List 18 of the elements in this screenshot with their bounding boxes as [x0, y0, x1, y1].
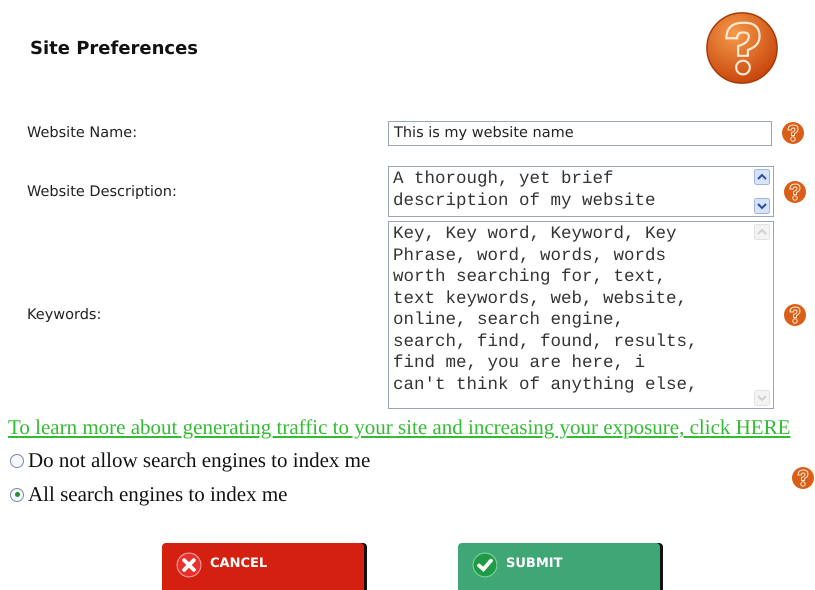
help-icon[interactable]: [703, 9, 781, 87]
field-label: Website Name:: [27, 125, 138, 141]
index-radio[interactable]: Do not allow search engines to index me: [10, 448, 782, 473]
page-title: Site Preferences: [30, 38, 198, 58]
text-field[interactable]: This is my website name: [388, 120, 772, 146]
text-area[interactable]: A thorough, yet brief description of my website: [388, 166, 774, 217]
help-icon[interactable]: [781, 121, 805, 145]
field-label: Website Description:: [27, 184, 178, 200]
scroll-up-icon[interactable]: [754, 169, 770, 185]
scroll-down-icon[interactable]: [754, 198, 770, 214]
help-icon[interactable]: [783, 303, 807, 327]
cancel-button[interactable]: CANCEL: [162, 543, 364, 590]
checkmark-icon: [472, 552, 498, 578]
field-label: Keywords:: [27, 307, 102, 323]
help-icon[interactable]: [791, 466, 815, 490]
index-radio[interactable]: All search engines to index me: [10, 482, 782, 507]
close-icon: [176, 552, 202, 578]
help-icon[interactable]: [783, 180, 807, 204]
